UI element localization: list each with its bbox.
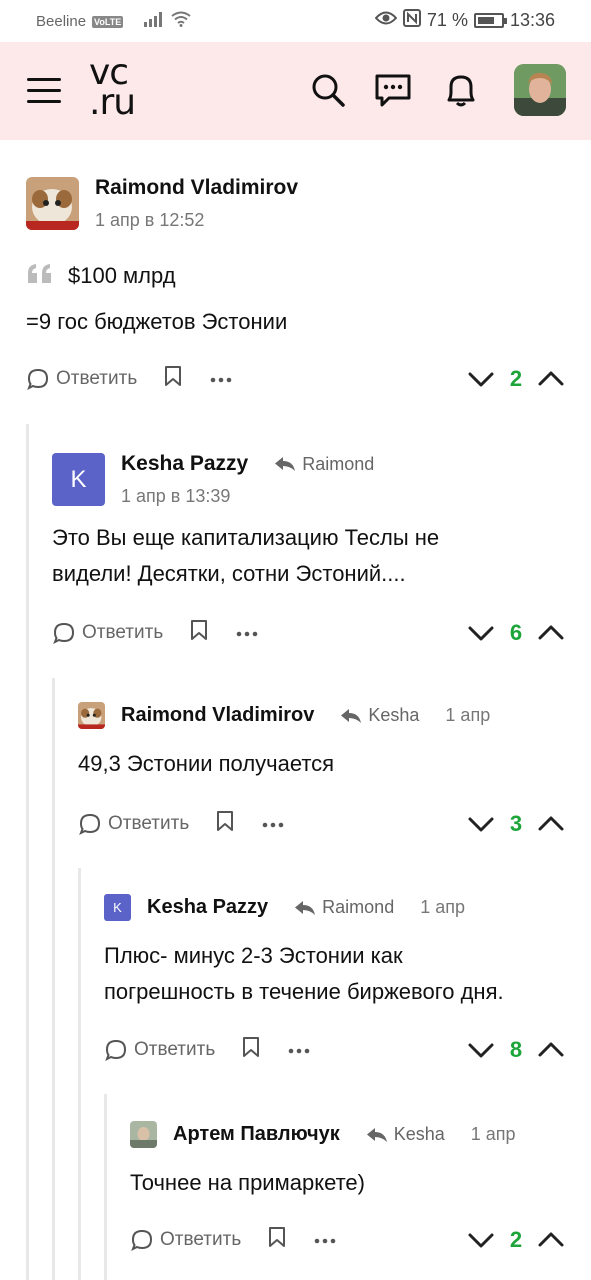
bell-icon[interactable] — [441, 70, 481, 110]
vote-down-icon[interactable] — [466, 809, 496, 839]
vote-down-icon[interactable] — [466, 618, 496, 648]
comment-text: Это Вы еще капитализацию Теслы не видели… — [52, 525, 440, 586]
comment-date[interactable]: 1 апр — [420, 897, 465, 918]
volte-badge: VoLTE — [92, 15, 124, 28]
vote-down-icon[interactable] — [466, 1225, 496, 1255]
more-icon[interactable] — [313, 1229, 337, 1251]
carrier-name: Beeline — [36, 13, 87, 30]
comment-text: Плюс- минус 2-3 Эстонии как погрешность … — [104, 943, 504, 1004]
comment: Raimond Vladimirov Kesha 1 апр 49,3 Эсто… — [78, 702, 566, 776]
eye-icon — [374, 10, 398, 31]
thread-line — [26, 424, 29, 1280]
vote-up-icon[interactable] — [536, 364, 566, 394]
reply-to[interactable]: Raimond — [294, 897, 394, 918]
reply-button[interactable]: Ответить — [26, 367, 137, 391]
reply-button[interactable]: Ответить — [104, 1038, 215, 1062]
vote-down-icon[interactable] — [466, 364, 496, 394]
bookmark-icon[interactable] — [241, 1036, 261, 1064]
more-icon[interactable] — [235, 622, 259, 644]
comment-date[interactable]: 1 апр — [445, 705, 490, 726]
avatar[interactable] — [78, 702, 105, 729]
reply-arrow-icon — [295, 900, 316, 915]
more-icon[interactable] — [209, 368, 233, 390]
comment-bubble-icon — [105, 1039, 127, 1062]
quote-icon — [26, 263, 54, 290]
avatar[interactable] — [130, 1121, 157, 1148]
author-name[interactable]: Raimond Vladimirov — [121, 704, 314, 727]
vote-count: 2 — [509, 366, 523, 391]
vote-count: 6 — [509, 620, 523, 645]
reply-to[interactable]: Kesha — [366, 1124, 445, 1145]
comment-bubble-icon — [131, 1229, 153, 1252]
vote-up-icon[interactable] — [536, 1225, 566, 1255]
wifi-icon — [171, 11, 191, 32]
vote-up-icon[interactable] — [536, 809, 566, 839]
app-header: vc .ru — [0, 42, 591, 140]
reply-button[interactable]: Ответить — [52, 621, 163, 645]
vote-count: 3 — [509, 811, 523, 836]
author-name[interactable]: Kesha Pazzy — [121, 452, 248, 476]
thread-line — [78, 868, 81, 1280]
reply-to[interactable]: Raimond — [274, 454, 374, 475]
bookmark-icon[interactable] — [189, 619, 209, 647]
comment-actions: Ответить 6 — [52, 616, 566, 650]
avatar[interactable]: K — [52, 453, 105, 506]
comment-date[interactable]: 1 апр в 12:52 — [95, 210, 298, 231]
author-name[interactable]: Артем Павлючук — [173, 1123, 340, 1146]
reply-arrow-icon — [341, 708, 362, 723]
clock: 13:36 — [509, 10, 555, 30]
comment-text: 49,3 Эстонии получается — [78, 751, 335, 776]
user-avatar[interactable] — [514, 64, 566, 116]
comment-text: =9 гос бюджетов Эстонии — [26, 309, 288, 334]
thread-line — [104, 1094, 107, 1280]
avatar[interactable]: K — [104, 894, 131, 921]
author-name[interactable]: Raimond Vladimirov — [95, 176, 298, 200]
comment: Raimond Vladimirov 1 апр в 12:52 $100 мл… — [26, 176, 566, 391]
comment-bubble-icon — [53, 622, 75, 645]
more-icon[interactable] — [287, 1039, 311, 1061]
vote-count: 8 — [509, 1037, 523, 1062]
comment-actions: Ответить 2 — [130, 1223, 566, 1257]
signal-icon — [143, 11, 165, 32]
battery-icon — [473, 13, 507, 28]
reply-arrow-icon — [275, 457, 296, 471]
bookmark-icon[interactable] — [215, 810, 235, 838]
nfc-icon — [402, 9, 421, 32]
author-name[interactable]: Kesha Pazzy — [147, 896, 268, 919]
reply-button[interactable]: Ответить — [78, 812, 189, 836]
comment: K Kesha Pazzy Raimond 1 апр в 13:39 Это … — [52, 452, 566, 586]
vote-count: 2 — [509, 1227, 523, 1252]
status-bar: Beeline VoLTE 71 % 13:36 — [0, 0, 591, 42]
comment-date[interactable]: 1 апр в 13:39 — [121, 486, 374, 507]
comment: Артем Павлючук Kesha 1 апр Точнее на при… — [130, 1121, 566, 1195]
comment: K Kesha Pazzy Raimond 1 апр Плюс- минус … — [104, 894, 566, 1004]
comment-actions: Ответить 8 — [104, 1033, 566, 1067]
reply-arrow-icon — [366, 1127, 387, 1142]
vc-ru-logo[interactable]: vc .ru — [89, 55, 136, 121]
vote-up-icon[interactable] — [536, 1035, 566, 1065]
messages-icon[interactable] — [373, 70, 413, 110]
bookmark-icon[interactable] — [267, 1226, 287, 1254]
comment-date[interactable]: 1 апр — [471, 1124, 516, 1145]
quote-text: $100 млрд — [68, 263, 176, 288]
reply-button[interactable]: Ответить — [130, 1228, 241, 1252]
search-icon[interactable] — [308, 70, 348, 110]
comment-text: Точнее на примаркете) — [130, 1170, 365, 1195]
comment-bubble-icon — [79, 813, 101, 836]
more-icon[interactable] — [261, 813, 285, 835]
battery-percent: 71 % — [426, 10, 468, 30]
bookmark-icon[interactable] — [163, 365, 183, 393]
avatar[interactable] — [26, 177, 79, 230]
comment-actions: Ответить 3 — [78, 807, 566, 841]
vote-up-icon[interactable] — [536, 618, 566, 648]
menu-icon[interactable] — [27, 78, 61, 104]
reply-to[interactable]: Kesha — [340, 705, 419, 726]
comment-bubble-icon — [27, 368, 49, 391]
vote-down-icon[interactable] — [466, 1035, 496, 1065]
